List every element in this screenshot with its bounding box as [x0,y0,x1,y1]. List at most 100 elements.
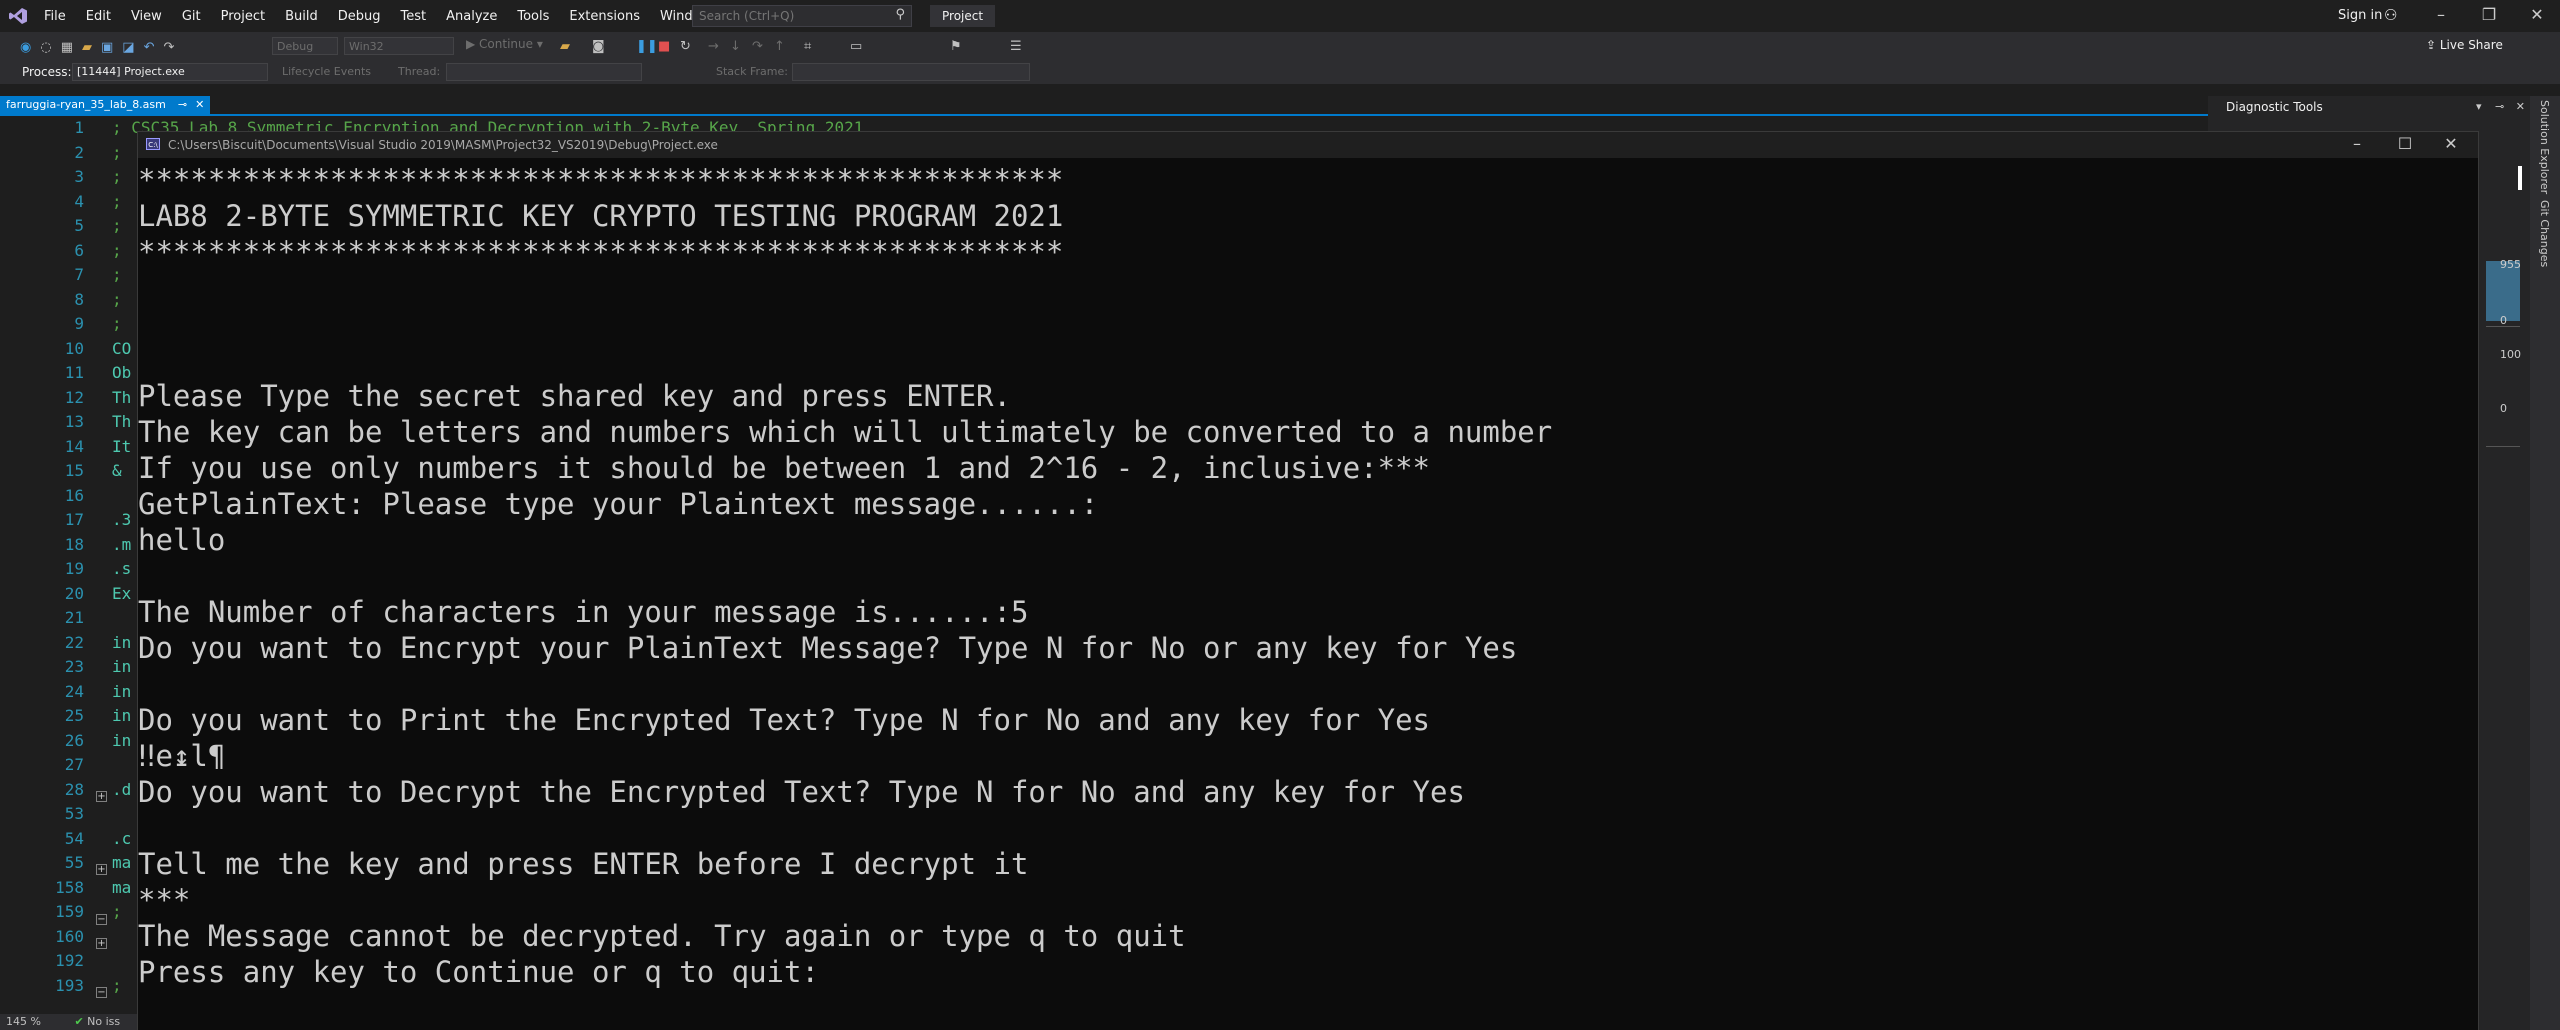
menu-item[interactable]: Extensions [569,9,640,24]
pin-icon[interactable]: ⊸ [178,96,187,114]
line-number: 8 [74,289,84,309]
continue-button[interactable]: ▶ Continue ▾ [466,37,543,51]
console-line: The Number of characters in your message… [138,595,1029,629]
console-line: If you use only numbers it should be bet… [138,451,1431,485]
line-number: 4 [74,191,84,211]
search-input[interactable] [693,6,885,26]
stack-frame-label: Stack Frame: [716,65,788,78]
menu-item[interactable]: View [131,9,162,24]
redo-icon[interactable]: ↷ [163,40,174,55]
zoom-level[interactable]: 145 % [6,1015,41,1028]
menu-item[interactable]: File [44,9,66,24]
undo-icon[interactable]: ↶ [144,40,155,55]
file-icon[interactable]: ▰ [560,39,570,54]
stack-frame-select[interactable] [792,63,1030,81]
hex-display-icon[interactable]: ⌗ [804,39,811,54]
thread-select[interactable] [446,63,642,81]
pin-icon[interactable]: ⊸ [2495,100,2504,113]
user-icon[interactable]: ⚇ [2384,6,2397,24]
tab-close-icon[interactable]: ✕ [195,96,204,114]
git-changes-tab[interactable]: Git Changes [2538,200,2551,267]
line-number: 3 [74,167,84,186]
line-number: 22 [64,632,84,652]
restore-icon[interactable]: ❐ [2478,5,2500,24]
line-number: 158 [55,877,84,897]
stop-icon[interactable]: ■ [658,39,670,54]
console-output[interactable]: ****************************************… [138,162,2474,990]
line-number: 26 [64,730,84,750]
console-minimize-icon[interactable]: – [2346,134,2368,153]
panel-close-icon[interactable]: ✕ [2516,100,2525,113]
graph-divider [2486,446,2520,447]
console-title-bar[interactable]: C:\ C:\Users\Biscuit\Documents\Visual St… [138,132,2478,158]
lifecycle-events-button[interactable]: Lifecycle Events [282,65,371,78]
visual-studio-logo-icon [9,8,27,24]
restart-icon[interactable]: ↻ [680,39,691,54]
cpu-max-value: 100 [2500,348,2521,361]
bookmark-icon[interactable]: ▭ [850,39,862,54]
line-number: 10 [64,338,84,358]
line-number: 160 [55,926,84,946]
menu-item[interactable]: Edit [86,9,111,24]
line-number: 53 [64,804,84,823]
console-line: Do you want to Decrypt the Encrypted Tex… [138,775,1465,809]
fold-toggle-icon[interactable]: + [96,791,107,802]
fold-toggle-icon[interactable]: − [96,914,107,925]
dropdown-icon[interactable]: ▾ [2476,100,2482,113]
console-line: Tell me the key and press ENTER before I… [138,847,1029,881]
new-project-icon[interactable]: ▦ [61,40,73,55]
line-number: 28 [64,779,84,799]
menu-item[interactable]: Git [182,9,201,24]
minimize-icon[interactable]: – [2430,5,2452,24]
fold-toggle-icon[interactable]: + [96,864,107,875]
show-next-statement-icon[interactable]: → [708,39,719,54]
menu-item[interactable]: Test [401,9,427,24]
toolbar-icons: ◉ ◌ ▦ ▰ ▣ ◪ ↶ ↷ [20,37,183,57]
console-close-icon[interactable]: ✕ [2440,134,2462,153]
step-out-icon[interactable]: ↑ [774,39,785,54]
cpu-min-value: 0 [2500,402,2507,415]
document-tab[interactable]: farruggia-ryan_35_lab_8.asm ⊸ ✕ [0,96,211,114]
flag-icon[interactable]: ⚑ [950,39,962,54]
document-tab-label: farruggia-ryan_35_lab_8.asm [6,98,166,111]
fold-toggle-icon[interactable]: − [96,987,107,998]
live-share-button[interactable]: ⇪ Live Share [2426,38,2503,52]
step-into-icon[interactable]: ↓ [730,39,741,54]
line-number: 16 [64,485,84,505]
screenshot-icon[interactable]: ◙ [592,39,605,54]
menu-item[interactable]: Project [221,9,265,24]
back-icon[interactable]: ◉ [20,40,31,55]
panel-controls: ▾ ⊸ ✕ [2476,100,2525,113]
solution-explorer-tab[interactable]: Solution Explorer [2538,100,2551,194]
fold-toggle-icon[interactable]: + [96,938,107,949]
issues-status[interactable]: No iss [87,1015,120,1028]
forward-icon[interactable]: ◌ [40,40,51,55]
console-path: C:\Users\Biscuit\Documents\Visual Studio… [168,138,718,152]
save-all-icon[interactable]: ◪ [122,40,134,55]
document-tab-strip: farruggia-ryan_35_lab_8.asm ⊸ ✕ [0,96,2208,116]
menu-item[interactable]: Analyze [446,9,497,24]
pause-icon[interactable]: ❚❚ [636,39,658,54]
line-number: 9 [74,314,84,333]
search-box[interactable]: ⚲ [692,5,912,27]
menu-item[interactable]: Tools [517,9,549,24]
search-icon[interactable]: ⚲ [895,7,905,22]
open-folder-icon[interactable]: ▰ [82,40,92,55]
configuration-select[interactable]: Debug [272,37,338,55]
line-number: 193 [55,975,84,995]
console-window[interactable]: C:\ C:\Users\Biscuit\Documents\Visual St… [138,132,2478,1030]
process-select[interactable]: [11444] Project.exe [72,63,268,81]
menu-item[interactable]: Debug [338,9,381,24]
sign-in-link[interactable]: Sign in [2338,8,2382,23]
console-maximize-icon[interactable]: ☐ [2394,134,2416,153]
line-number: 19 [64,559,84,578]
comment-icon[interactable]: ☰ [1010,39,1022,54]
step-over-icon[interactable]: ↷ [752,39,763,54]
menu-item[interactable]: Build [285,9,318,24]
save-icon[interactable]: ▣ [101,40,113,55]
platform-select[interactable]: Win32 [344,37,454,55]
close-icon[interactable]: ✕ [2526,5,2548,24]
